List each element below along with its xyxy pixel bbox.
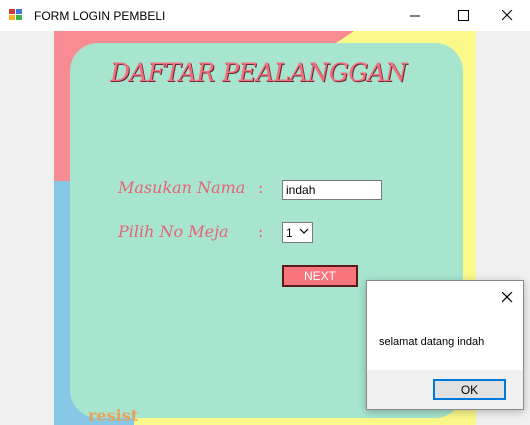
message-dialog: selamat datang indah OK bbox=[366, 280, 524, 410]
title-bar[interactable]: FORM LOGIN PEMBELI bbox=[0, 0, 530, 31]
name-label: Masukan Nama bbox=[118, 178, 246, 197]
table-number-value: 1 bbox=[286, 226, 293, 240]
minimize-icon bbox=[409, 15, 420, 17]
table-label: Pilih No Meja bbox=[118, 222, 229, 241]
dialog-message: selamat datang indah bbox=[379, 336, 485, 348]
close-button[interactable] bbox=[484, 0, 530, 31]
winforms-app-icon bbox=[9, 9, 23, 21]
page-title: DAFTAR PEALANGGAN bbox=[110, 58, 407, 87]
name-input[interactable]: indah bbox=[282, 180, 382, 200]
name-colon: : bbox=[258, 178, 264, 197]
chevron-down-icon bbox=[299, 228, 309, 234]
minimize-button[interactable] bbox=[392, 0, 438, 31]
dialog-close-button[interactable] bbox=[497, 287, 517, 307]
maximize-icon bbox=[457, 10, 469, 21]
footer-label: resist bbox=[88, 406, 139, 425]
maximize-button[interactable] bbox=[440, 0, 486, 31]
table-colon: : bbox=[258, 222, 264, 241]
window-title: FORM LOGIN PEMBELI bbox=[34, 9, 166, 23]
table-number-select[interactable]: 1 bbox=[282, 222, 313, 243]
next-button[interactable]: NEXT bbox=[282, 265, 358, 287]
ok-button[interactable]: OK bbox=[433, 379, 506, 400]
close-icon bbox=[501, 10, 512, 21]
close-icon bbox=[501, 291, 512, 302]
dialog-footer: OK bbox=[367, 370, 523, 409]
